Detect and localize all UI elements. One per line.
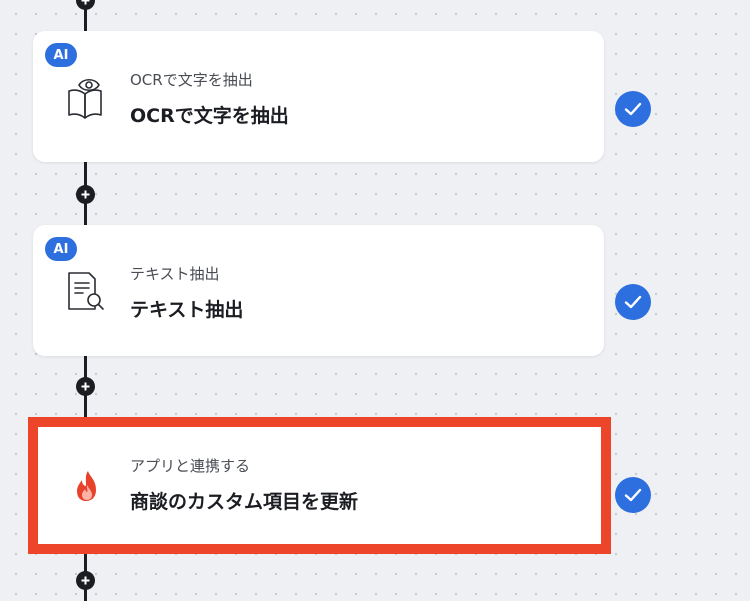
step-app-name: アプリと連携する <box>130 457 251 475</box>
step-app-name: テキスト抽出 <box>130 265 220 283</box>
ai-badge: AI <box>45 43 77 67</box>
add-step-button[interactable] <box>76 185 95 204</box>
document-search-icon <box>65 269 105 313</box>
plus-icon <box>81 576 90 585</box>
add-step-button[interactable] <box>76 377 95 396</box>
check-icon <box>624 102 642 116</box>
step-title: OCRで文字を抽出 <box>130 105 289 127</box>
flow-step-card-text-extract[interactable]: AI テキスト抽出 テキスト抽出 <box>33 225 604 356</box>
flow-step-card-app-integration[interactable]: アプリと連携する 商談のカスタム項目を更新 <box>28 417 611 554</box>
plus-icon <box>81 190 90 199</box>
step-complete-check <box>615 477 651 513</box>
plus-icon <box>81 382 90 391</box>
book-eye-icon <box>65 75 105 119</box>
step-complete-check <box>615 284 651 320</box>
add-step-button[interactable] <box>76 0 95 10</box>
flow-step-card-ocr[interactable]: AI OCRで文字を抽出 OCRで文字を抽出 <box>33 31 604 162</box>
check-icon <box>624 295 642 309</box>
add-step-button[interactable] <box>76 571 95 590</box>
step-app-name: OCRで文字を抽出 <box>130 71 253 89</box>
flame-app-icon <box>68 465 108 509</box>
step-title: 商談のカスタム項目を更新 <box>130 491 359 513</box>
ai-badge: AI <box>45 237 77 261</box>
step-title: テキスト抽出 <box>130 299 244 321</box>
step-complete-check <box>615 91 651 127</box>
check-icon <box>624 488 642 502</box>
plus-icon <box>81 0 90 5</box>
